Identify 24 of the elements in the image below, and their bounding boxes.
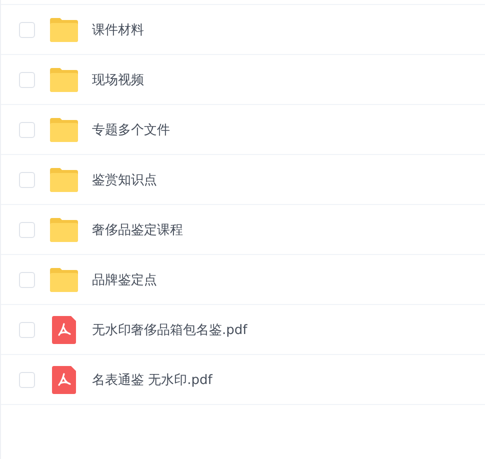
folder-icon [49, 166, 79, 192]
file-name[interactable]: 品牌鉴定点 [92, 270, 157, 288]
pdf-icon [52, 366, 76, 394]
file-name[interactable]: 鉴赏知识点 [92, 170, 157, 188]
checkbox[interactable] [19, 72, 35, 88]
checkbox[interactable] [19, 272, 35, 288]
file-name[interactable]: 专题多个文件 [92, 120, 170, 138]
checkbox[interactable] [19, 322, 35, 338]
checkbox[interactable] [19, 22, 35, 38]
file-name[interactable]: 名表通鉴 无水印.pdf [92, 370, 212, 388]
folder-icon [49, 216, 79, 242]
folder-icon [49, 266, 79, 292]
checkbox[interactable] [19, 122, 35, 138]
folder-icon [49, 116, 79, 142]
file-name[interactable]: 奢侈品鉴定课程 [92, 220, 183, 238]
file-name[interactable]: 无水印奢侈品箱包名鉴.pdf [92, 320, 248, 338]
folder-icon [49, 16, 79, 42]
folder-icon [49, 66, 79, 92]
pdf-icon [52, 316, 76, 344]
file-name[interactable]: 课件材料 [92, 20, 144, 38]
file-name[interactable]: 现场视频 [92, 70, 144, 88]
checkbox[interactable] [19, 222, 35, 238]
checkbox[interactable] [19, 172, 35, 188]
checkbox[interactable] [19, 372, 35, 388]
